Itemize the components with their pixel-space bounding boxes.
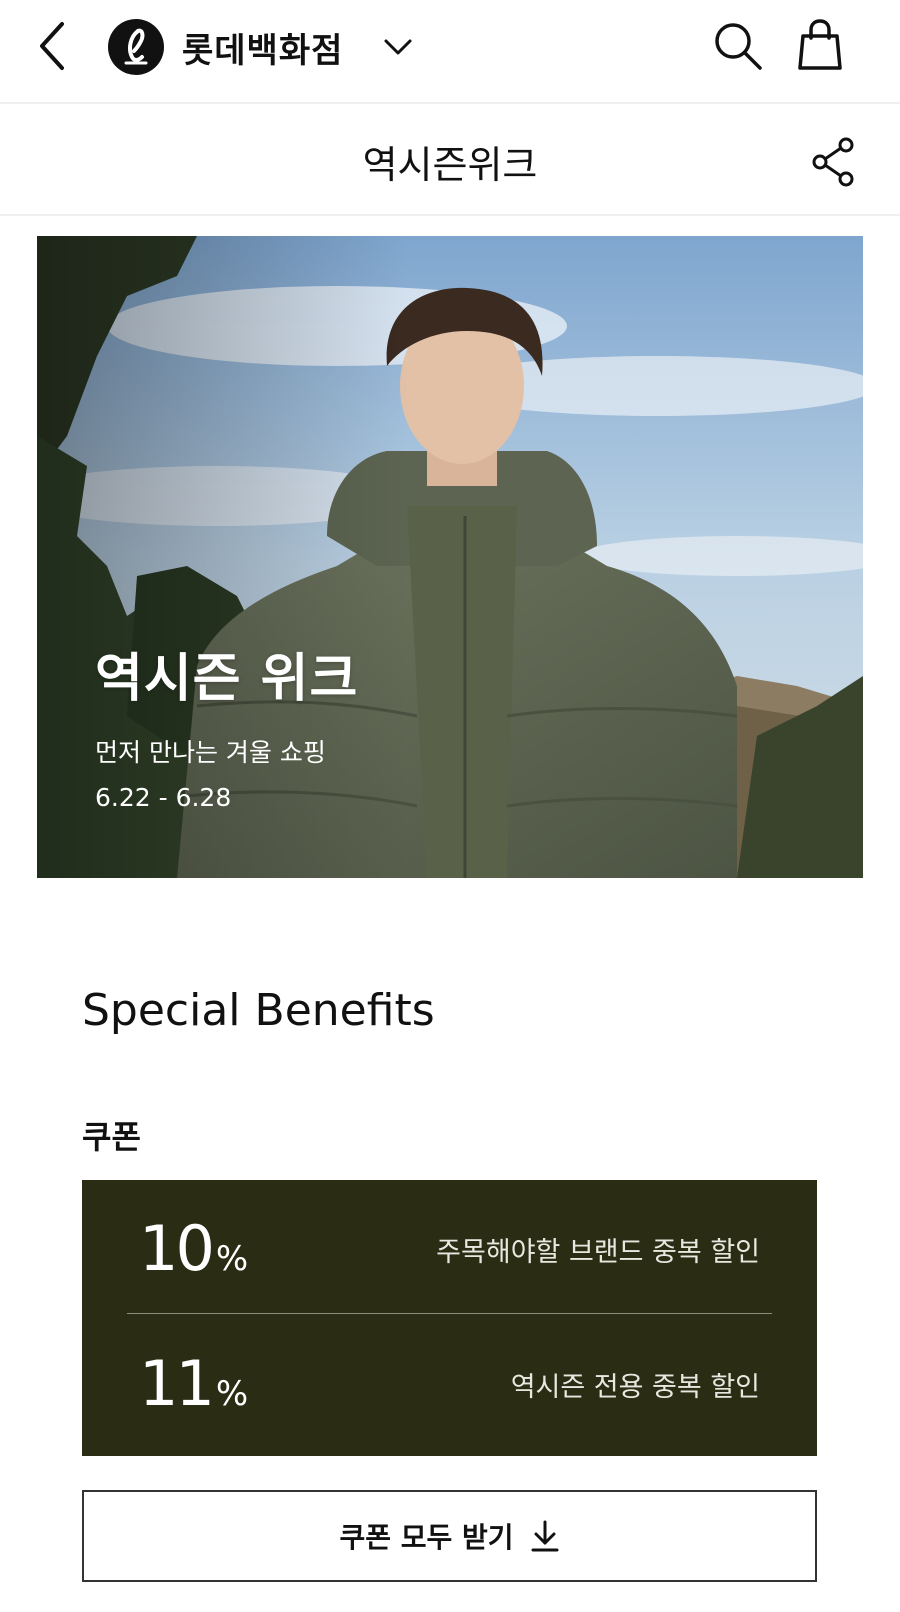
brand-selector[interactable]: 롯데백화점 bbox=[108, 18, 413, 76]
coupon-item: 10% 주목해야할 브랜드 중복 할인 bbox=[127, 1180, 772, 1314]
coupon-value: 10 bbox=[139, 1212, 215, 1285]
download-all-label: 쿠폰 모두 받기 bbox=[339, 1521, 514, 1554]
brand-name: 롯데백화점 bbox=[182, 30, 344, 71]
download-all-coupons-button[interactable]: 쿠폰 모두 받기 bbox=[82, 1490, 817, 1582]
top-navigation-bar: 롯데백화점 bbox=[0, 0, 900, 104]
coupon-discount: 10% bbox=[139, 1218, 248, 1290]
download-icon bbox=[531, 1520, 559, 1552]
coupon-list: 10% 주목해야할 브랜드 중복 할인 11% 역시즌 전용 중복 할인 bbox=[82, 1180, 817, 1456]
share-icon bbox=[812, 137, 854, 187]
chevron-down-icon bbox=[384, 39, 412, 55]
search-button[interactable] bbox=[712, 20, 764, 72]
back-button[interactable] bbox=[34, 16, 74, 76]
hero-subtitle: 먼저 만나는 겨울 쇼핑 bbox=[95, 738, 326, 767]
page-title: 역시즌위크 bbox=[362, 143, 538, 187]
coupon-value: 11 bbox=[139, 1347, 215, 1420]
lotte-logo-icon bbox=[108, 19, 164, 75]
coupon-unit: % bbox=[215, 1239, 249, 1279]
coupon-unit: % bbox=[215, 1374, 249, 1414]
coupon-description: 주목해야할 브랜드 중복 할인 bbox=[436, 1237, 760, 1268]
coupon-heading: 쿠폰 bbox=[82, 1118, 141, 1156]
chevron-left-icon bbox=[40, 22, 64, 70]
hero-text-block: 역시즌 위크 먼저 만나는 겨울 쇼핑 6.22 - 6.28 bbox=[95, 636, 358, 812]
hero-banner[interactable]: 역시즌 위크 먼저 만나는 겨울 쇼핑 6.22 - 6.28 bbox=[37, 236, 863, 878]
coupon-item: 11% 역시즌 전용 중복 할인 bbox=[127, 1315, 772, 1449]
share-button[interactable] bbox=[810, 136, 858, 188]
page-title-bar: 역시즌위크 bbox=[0, 106, 900, 216]
hero-title: 역시즌 위크 bbox=[95, 649, 359, 709]
hero-date-range: 6.22 - 6.28 bbox=[95, 783, 232, 812]
coupon-discount: 11% bbox=[139, 1353, 248, 1425]
section-title-benefits: Special Benefits bbox=[82, 985, 435, 1036]
shopping-bag-icon bbox=[798, 19, 842, 70]
search-icon bbox=[715, 23, 762, 70]
shopping-bag-button[interactable] bbox=[798, 18, 842, 72]
coupon-description: 역시즌 전용 중복 할인 bbox=[510, 1372, 760, 1403]
